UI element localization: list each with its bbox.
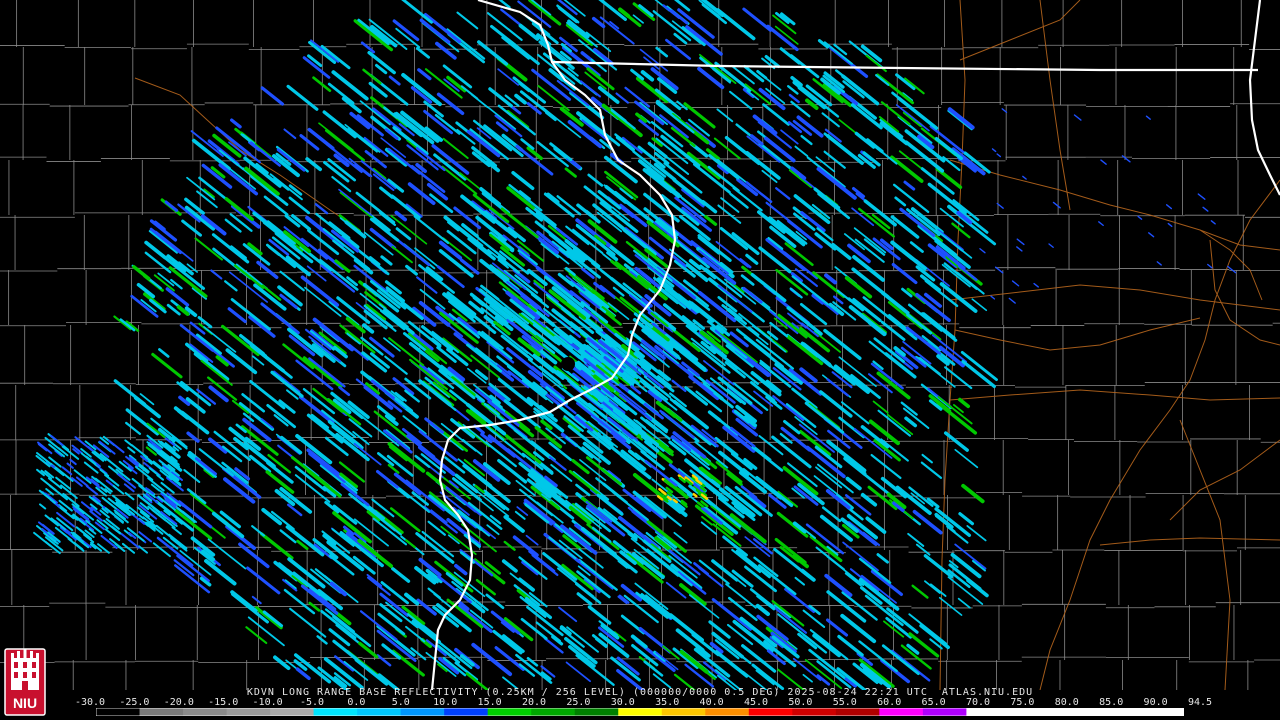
legend-tick-label: 75.0 [1010,697,1035,708]
legend-tick-label: 5.0 [391,697,410,708]
color-scale-swatch [705,708,750,716]
color-scale-swatch [618,708,663,716]
color-scale-swatch [1053,708,1098,716]
legend-tick-label: 70.0 [965,697,991,708]
legend-tick-label: 45.0 [743,697,769,708]
color-scale-swatch [661,708,706,716]
legend-tick-label: -10.0 [252,697,283,708]
niu-logo: NIU [4,648,46,716]
legend-tick-label: 50.0 [788,697,813,708]
color-scale-swatch [879,708,924,716]
color-scale-swatch [183,708,228,716]
color-scale-swatch [966,708,1011,716]
legend-tick-label: -15.0 [208,697,239,708]
legend-ticks: -30.0 -25.0 -20.0 -15.0 -10.0 -5.0 0.0 5.0 10.0 1… [75,697,1212,708]
legend-tick-label: -20.0 [163,697,194,708]
legend-tick-label: 80.0 [1054,697,1079,708]
color-scale-swatch [531,708,576,716]
color-scale-swatch [139,708,184,716]
color-scale-swatch [835,708,880,716]
legend-tick-label: 40.0 [699,697,724,708]
radar-map [0,0,1280,690]
legend-tick-label: 30.0 [610,697,635,708]
color-scale-swatch [96,708,141,716]
legend-tick-label: 20.0 [521,697,547,708]
legend-tick-label: 65.0 [921,697,946,708]
legend-tick-label: -25.0 [119,697,150,708]
color-scale-swatch [400,708,445,716]
legend-tick-label: -5.0 [299,697,325,708]
legend-tick-label: -30.0 [74,697,106,708]
legend-tick-label: 60.0 [877,697,902,708]
color-scale-swatch [574,708,619,716]
color-scale-swatch [1009,708,1054,716]
color-scale-swatch [922,708,967,716]
legend-tick-label: 90.0 [1143,697,1168,708]
color-scale-swatch [748,708,793,716]
legend-tick-label: 15.0 [477,697,502,708]
legend-tick-label: 85.0 [1099,697,1124,708]
legend-tick-label: 25.0 [566,697,591,708]
color-scale-bar [96,708,1184,716]
color-scale-swatch [487,708,532,716]
color-scale-swatch [357,708,402,716]
legend-tick-label: 55.0 [832,697,857,708]
color-scale-swatch [1140,708,1184,716]
legend-tick-label: 0.0 [347,697,366,708]
color-scale-swatch [792,708,837,716]
color-scale-swatch [1096,708,1141,716]
color-scale-swatch [226,708,271,716]
legend-tick-label: 10.0 [433,697,458,708]
color-scale-swatch [444,708,489,716]
color-scale-swatch [313,708,358,716]
legend-tick-label: 94.5 [1187,697,1213,708]
color-scale-swatch [270,708,315,716]
legend-tick-label: 35.0 [655,697,680,708]
